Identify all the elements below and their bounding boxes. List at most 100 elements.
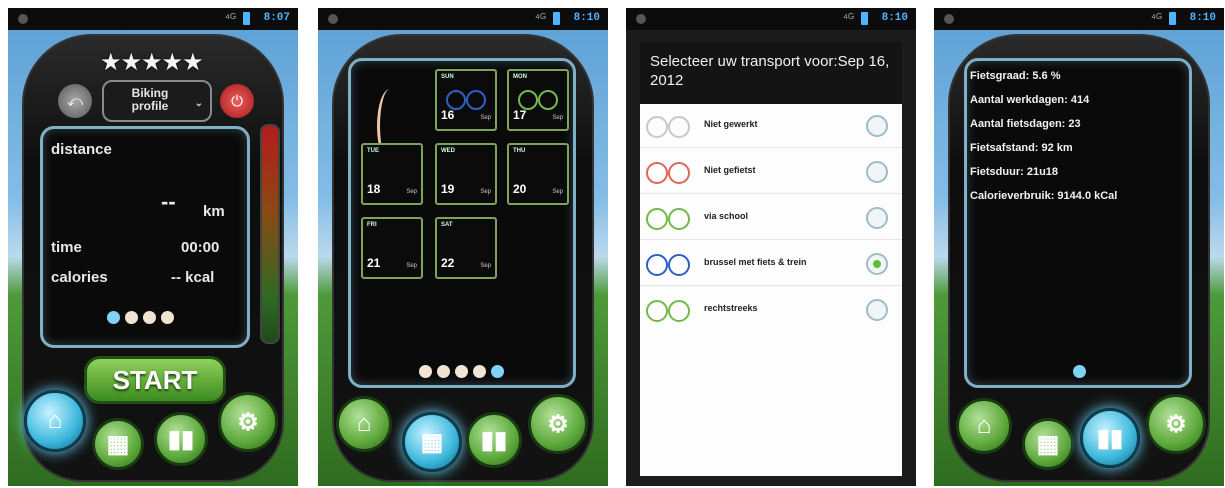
settings-icon: ⚙ [1165, 410, 1187, 438]
home-icon: ⌂ [356, 410, 372, 437]
home-icon: ⌂ [976, 412, 992, 439]
status-time: 8:10 [1189, 12, 1216, 24]
day-number: 16 [441, 108, 455, 122]
calendar-icon: ▦ [420, 428, 444, 456]
signal-icon: ⁴ᴳ [224, 11, 236, 25]
day-month: Sep [406, 263, 417, 269]
notification-icon [944, 14, 954, 24]
screen-transport-dialog: ⁴ᴳ 8:10 Selecteer uw transport voor:Sep … [626, 8, 916, 486]
day-name: MON [513, 74, 527, 80]
nav-settings-button[interactable]: ⚙ [1146, 394, 1206, 454]
notification-icon [328, 14, 338, 24]
chevron-down-icon: ⌄ [194, 98, 203, 109]
bike-icon [518, 84, 562, 110]
option-radio[interactable] [866, 115, 888, 137]
day-number: 20 [513, 182, 527, 196]
day-number: 19 [441, 182, 455, 196]
calendar-icon: ▦ [106, 430, 130, 458]
calendar-icon: ▦ [1036, 430, 1060, 458]
nav-stats-button[interactable]: ▮▮ [1080, 408, 1140, 468]
day-name: THU [513, 148, 526, 154]
day-cell-wed[interactable]: WED 19 Sep [435, 143, 497, 205]
nav-home-button[interactable]: ⌂ [24, 390, 86, 452]
day-month: Sep [406, 189, 417, 195]
bike-icon [646, 298, 694, 322]
stats-icon: ▮▮ [1096, 424, 1124, 452]
distance-unit: km [203, 203, 225, 220]
page-dot[interactable] [125, 311, 138, 324]
list-item[interactable]: via school [640, 196, 902, 240]
battery-icon [1169, 12, 1176, 25]
stat-calories: Calorieverbruik: 9144.0 kCal [970, 190, 1118, 202]
notification-icon [636, 14, 646, 24]
day-name: WED [441, 148, 455, 154]
list-item[interactable]: Niet gewerkt [640, 104, 902, 148]
day-cell-sun[interactable]: SUN 16 Sep [435, 69, 497, 131]
nav-settings-button[interactable]: ⚙ [218, 392, 278, 452]
list-item[interactable]: brussel met fiets & trein [640, 242, 902, 286]
signal-icon: ⁴ᴳ [534, 11, 546, 25]
day-number: 17 [513, 108, 527, 122]
notification-icon [18, 14, 28, 24]
screen-calendar: ⁴ᴳ 8:10 SUN 16 Sep MON 17 Sep TUE 18 Sep [318, 8, 608, 486]
day-name: TUE [367, 148, 379, 154]
status-time: 8:07 [263, 12, 290, 24]
calendar-panel: SUN 16 Sep MON 17 Sep TUE 18 Sep WED 19 … [348, 58, 576, 388]
intensity-meter [260, 124, 280, 344]
page-dot[interactable] [473, 365, 486, 378]
bike-icon [446, 84, 490, 110]
day-cell-thu[interactable]: THU 20 Sep [507, 143, 569, 205]
page-dot[interactable] [1073, 365, 1086, 378]
calories-value: -- kcal [171, 269, 215, 286]
option-radio[interactable] [866, 207, 888, 229]
power-button[interactable]: ⏻ [220, 84, 254, 118]
time-label: time [51, 239, 82, 256]
bike-icon [646, 206, 694, 230]
status-bar: ⁴ᴳ 8:10 [318, 8, 608, 30]
settings-icon: ⚙ [237, 408, 259, 436]
page-dot[interactable] [161, 311, 174, 324]
stat-cycling-duration: Fietsduur: 21u18 [970, 166, 1059, 178]
start-button[interactable]: START [84, 356, 226, 404]
nav-home-button[interactable]: ⌂ [956, 398, 1012, 454]
stat-cycling-days: Aantal fietsdagen: 23 [970, 118, 1081, 130]
stats-panel: distance -- km time 00:00 calories -- kc… [40, 126, 250, 348]
nav-stats-button[interactable]: ▮▮ [466, 412, 522, 468]
settings-icon: ⚙ [547, 410, 569, 438]
page-dot[interactable] [491, 365, 504, 378]
option-radio[interactable] [866, 161, 888, 183]
time-value: 00:00 [181, 239, 220, 256]
day-cell-fri[interactable]: FRI 21 Sep [361, 217, 423, 279]
nav-stats-button[interactable]: ▮▮ [154, 412, 208, 466]
option-label: via school [704, 211, 749, 221]
back-button[interactable]: ⤺ [58, 84, 92, 118]
nav-calendar-button[interactable]: ▦ [92, 418, 144, 470]
option-label: Niet gewerkt [704, 119, 758, 129]
day-cell-tue[interactable]: TUE 18 Sep [361, 143, 423, 205]
page-dot[interactable] [143, 311, 156, 324]
page-dot[interactable] [419, 365, 432, 378]
transport-options-list: Niet gewerkt Niet gefietst via school br… [640, 104, 902, 476]
nav-calendar-button[interactable]: ▦ [1022, 418, 1074, 470]
option-radio-selected[interactable] [866, 253, 888, 275]
day-cell-sat[interactable]: SAT 22 Sep [435, 217, 497, 279]
list-item[interactable]: rechtstreeks [640, 288, 902, 332]
day-name: SUN [441, 74, 454, 80]
statistics-list: Fietsgraad: 5.6 % Aantal werkdagen: 414 … [970, 64, 1117, 208]
rating-stars[interactable]: ★★★★★ [100, 48, 204, 77]
nav-home-button[interactable]: ⌂ [336, 396, 392, 452]
home-icon: ⌂ [47, 407, 63, 434]
option-radio[interactable] [866, 299, 888, 321]
bike-icon [646, 160, 694, 184]
page-indicator [107, 311, 174, 324]
status-bar: ⁴ᴳ 8:10 [626, 8, 916, 30]
profile-dropdown[interactable]: Biking profile ⌄ [102, 80, 212, 122]
day-cell-mon[interactable]: MON 17 Sep [507, 69, 569, 131]
day-month: Sep [480, 115, 491, 121]
page-dot[interactable] [455, 365, 468, 378]
list-item[interactable]: Niet gefietst [640, 150, 902, 194]
page-dot[interactable] [437, 365, 450, 378]
nav-calendar-button[interactable]: ▦ [402, 412, 462, 472]
nav-settings-button[interactable]: ⚙ [528, 394, 588, 454]
page-dot[interactable] [107, 311, 120, 324]
